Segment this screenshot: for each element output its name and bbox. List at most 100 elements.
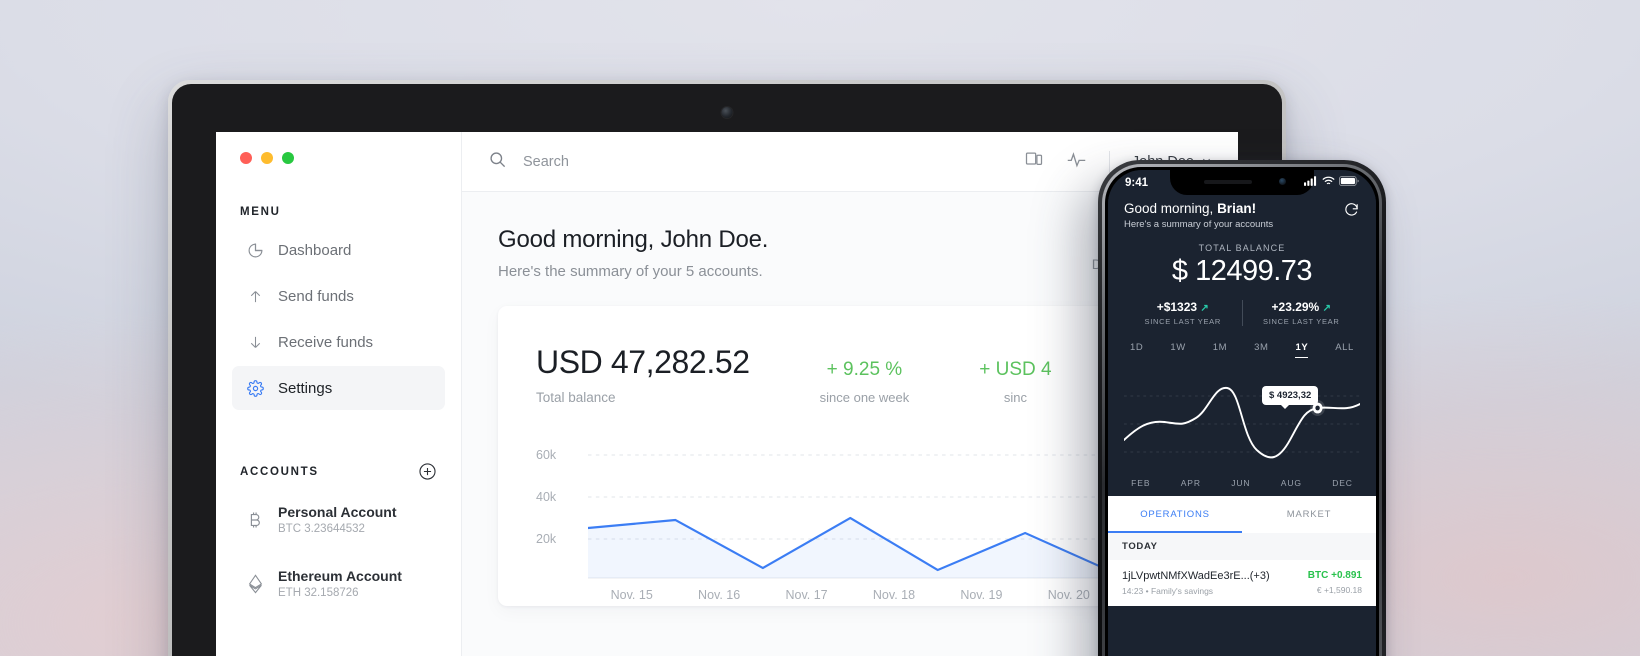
page-subtitle: Here's the summary of your 5 accounts. xyxy=(498,263,763,280)
phone-bezel: 9:41 Good morning, Brian! Here's a summa… xyxy=(1105,167,1379,656)
sidebar-item-receive-funds[interactable]: Receive funds xyxy=(232,320,445,364)
sidebar-item-label: Settings xyxy=(278,379,333,397)
transaction-fiat: € +1,590.18 xyxy=(1316,585,1362,595)
transaction-info: 1jLVpwtNMfXWadEe3rE...(+3) 14:23 • Famil… xyxy=(1122,570,1270,596)
phone-stat-percent: +23.29% ↗ SINCE LAST YEAR xyxy=(1243,300,1361,326)
account-name: Personal Account xyxy=(278,503,397,520)
phone-range-1m[interactable]: 1M xyxy=(1213,342,1227,358)
sidebar-item-dashboard[interactable]: Dashboard xyxy=(232,228,445,272)
phone-month-tick: FEB xyxy=(1131,478,1151,488)
search-area[interactable] xyxy=(488,150,1010,174)
laptop-camera-icon xyxy=(721,107,733,118)
phone-stat-number: +23.29% xyxy=(1271,300,1320,314)
phone-chart-svg xyxy=(1123,386,1361,459)
tab-market[interactable]: MARKET xyxy=(1242,496,1376,533)
sidebar-item-settings[interactable]: Settings xyxy=(232,366,445,410)
account-balance: BTC 3.23644532 xyxy=(278,523,365,536)
page-title: Good morning, John Doe. xyxy=(498,226,769,253)
phone-range-1y[interactable]: 1Y xyxy=(1295,342,1309,358)
search-input[interactable] xyxy=(523,153,783,170)
phone-stats: +$1323 ↗ SINCE LAST YEAR +23.29% ↗ SINCE… xyxy=(1124,300,1360,326)
total-balance-amount: USD 47,282.52 xyxy=(536,344,750,380)
y-tick-20k: 20k xyxy=(536,532,557,546)
phone-month-tick: DEC xyxy=(1332,478,1353,488)
phone-greeting-text: Good morning, xyxy=(1124,201,1218,216)
phone-stat-number: +$1323 xyxy=(1156,300,1198,314)
transaction-amounts: BTC +0.891 € +1,590.18 xyxy=(1308,570,1362,595)
x-tick: Nov. 15 xyxy=(610,588,653,602)
phone-range-all[interactable]: ALL xyxy=(1335,342,1354,358)
phone-stat-value: +$1323 ↗ xyxy=(1124,300,1242,314)
phone-greeting-row: Good morning, Brian! Here's a summary of… xyxy=(1124,201,1360,230)
stat-value: + 9.25 % xyxy=(826,359,903,380)
phone-stat-caption: SINCE LAST YEAR xyxy=(1144,317,1221,326)
sidebar-item-label: Send funds xyxy=(278,287,354,305)
account-item-ethereum[interactable]: Ethereum Account ETH 32.158726 xyxy=(232,559,445,609)
minimize-button[interactable] xyxy=(261,152,273,164)
y-tick-40k: 40k xyxy=(536,490,557,504)
transaction-address: 1jLVpwtNMfXWadEe3rE...(+3) xyxy=(1122,570,1270,582)
x-tick: Nov. 19 xyxy=(960,588,1003,602)
arrow-down-icon xyxy=(246,333,264,351)
phone-total-balance-label: TOTAL BALANCE xyxy=(1198,243,1286,253)
phone-range-1w[interactable]: 1W xyxy=(1170,342,1185,358)
ethereum-icon xyxy=(246,574,264,594)
status-indicators xyxy=(1304,176,1359,189)
bitcoin-icon xyxy=(246,511,264,529)
phone-month-tick: JUN xyxy=(1231,478,1251,488)
total-balance-block: USD 47,282.52 Total balance xyxy=(536,344,750,405)
phone-status-bar: 9:41 xyxy=(1108,170,1376,195)
stat-percent: + 9.25 % since one week xyxy=(820,359,910,405)
sidebar: MENU Dashboard Send funds Receive funds … xyxy=(216,132,462,656)
phone-greeting-name: Brian! xyxy=(1217,201,1257,216)
phone-total-balance-amount: $ 12499.73 xyxy=(1171,255,1313,287)
arrow-up-right-icon: ↗ xyxy=(1322,303,1331,314)
transaction-meta: 14:23 • Family's savings xyxy=(1122,586,1214,596)
scene: MENU Dashboard Send funds Receive funds … xyxy=(0,0,1640,656)
status-time: 9:41 xyxy=(1125,176,1149,189)
activity-pulse-icon[interactable] xyxy=(1066,149,1087,175)
refresh-icon[interactable] xyxy=(1343,201,1360,223)
gear-icon xyxy=(246,379,264,397)
phone-frame: 9:41 Good morning, Brian! Here's a summa… xyxy=(1102,164,1382,656)
devices-icon[interactable] xyxy=(1024,149,1044,174)
arrow-up-right-icon: ↗ xyxy=(1200,303,1209,314)
stat-value: + USD 4 xyxy=(979,359,1052,380)
stat-caption: since one week xyxy=(819,390,910,405)
account-balance: ETH 32.158726 xyxy=(278,587,359,600)
accounts-section-header: ACCOUNTS xyxy=(232,462,445,481)
phone-month-tick: AUG xyxy=(1280,478,1302,488)
pie-chart-icon xyxy=(246,241,264,259)
phone-range-1d[interactable]: 1D xyxy=(1130,342,1143,358)
transaction-row[interactable]: 1jLVpwtNMfXWadEe3rE...(+3) 14:23 • Famil… xyxy=(1108,560,1376,606)
phone-today-label: TODAY xyxy=(1108,533,1376,560)
maximize-button[interactable] xyxy=(282,152,294,164)
x-tick: Nov. 17 xyxy=(785,588,828,602)
phone-greeting-block: Good morning, Brian! Here's a summary of… xyxy=(1124,201,1273,230)
tab-operations[interactable]: OPERATIONS xyxy=(1108,496,1242,533)
stat-caption: sinc xyxy=(1003,390,1027,405)
phone-chart-x-axis: FEB APR JUN AUG DEC xyxy=(1108,474,1376,496)
sidebar-item-label: Receive funds xyxy=(278,333,374,351)
laptop-screen: MENU Dashboard Send funds Receive funds … xyxy=(216,132,1238,656)
total-balance-label: Total balance xyxy=(536,390,616,405)
sidebar-item-send-funds[interactable]: Send funds xyxy=(232,274,445,318)
accounts-section-label: ACCOUNTS xyxy=(240,465,319,478)
search-icon xyxy=(488,150,507,174)
phone-line-chart: $ 4923,32 xyxy=(1123,362,1361,474)
phone-tabs: OPERATIONS MARKET xyxy=(1108,496,1376,533)
wifi-icon xyxy=(1322,176,1335,189)
x-tick: Nov. 16 xyxy=(698,588,741,602)
phone-greeting-sub: Here's a summary of your accounts xyxy=(1124,219,1274,230)
x-tick: Nov. 18 xyxy=(872,588,916,602)
y-tick-60k: 60k xyxy=(536,448,557,462)
account-name: Ethereum Account xyxy=(278,567,402,584)
stat-absolute: + USD 4 sinc xyxy=(979,359,1051,405)
sidebar-item-label: Dashboard xyxy=(278,241,352,259)
phone-stat-caption: SINCE LAST YEAR xyxy=(1263,317,1340,326)
phone-range-3m[interactable]: 3M xyxy=(1254,342,1268,358)
close-button[interactable] xyxy=(240,152,252,164)
arrow-up-icon xyxy=(246,287,264,305)
account-item-personal[interactable]: Personal Account BTC 3.23644532 xyxy=(232,495,445,545)
plus-circle-icon[interactable] xyxy=(418,462,437,481)
